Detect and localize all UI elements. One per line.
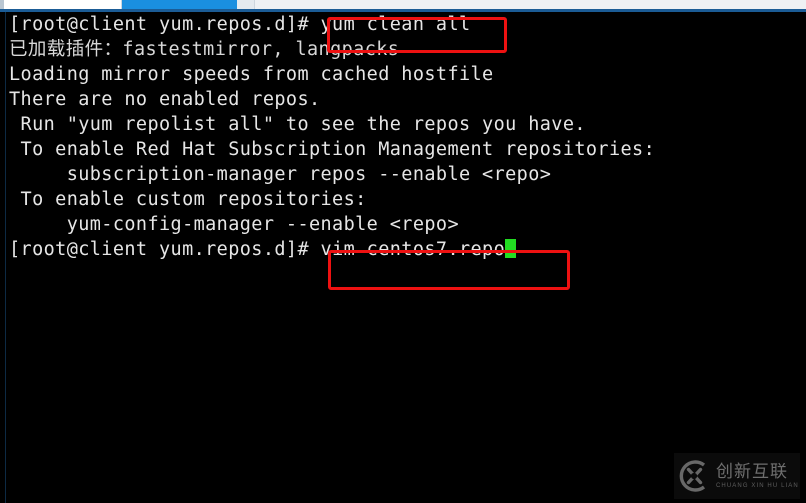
browser-tab-1[interactable] bbox=[4, 0, 122, 9]
terminal-line-loaded-plugins: 已加载插件：fastestmirror, langpacks bbox=[9, 39, 400, 60]
watermark-logo: 创新互联 CHUANG XIN HU LIAN bbox=[674, 453, 800, 499]
cx-circle-logo-icon bbox=[674, 456, 714, 496]
terminal-line-yum-config-manager: yum-config-manager --enable <repo> bbox=[9, 214, 459, 235]
terminal-line-enable-rhsm: To enable Red Hat Subscription Managemen… bbox=[9, 139, 656, 160]
terminal-line-enable-custom: To enable custom repositories: bbox=[9, 189, 367, 210]
window-tab-bar bbox=[0, 0, 806, 9]
terminal-line-no-enabled-repos: There are no enabled repos. bbox=[9, 89, 321, 110]
terminal-line-final-prompt: [root@client yum.repos.d]# vim centos7.r… bbox=[9, 237, 799, 262]
text-cursor bbox=[505, 239, 517, 258]
screenshot-root: [root@client yum.repos.d]# yum clean all… bbox=[0, 0, 806, 503]
tab-bar-empty-space bbox=[255, 0, 806, 9]
terminal-line-command-yum-clean: [root@client yum.repos.d]# yum clean all bbox=[9, 14, 471, 35]
new-tab-button[interactable] bbox=[237, 0, 255, 9]
terminal-window[interactable]: [root@client yum.repos.d]# yum clean all… bbox=[0, 12, 806, 503]
terminal-left-edge bbox=[0, 12, 6, 503]
terminal-output: [root@client yum.repos.d]# yum clean all… bbox=[9, 12, 799, 262]
watermark-pinyin: CHUANG XIN HU LIAN bbox=[716, 482, 799, 489]
terminal-line-subscription-manager: subscription-manager repos --enable <rep… bbox=[9, 164, 552, 185]
terminal-line-run-repolist: Run "yum repolist all" to see the repos … bbox=[9, 114, 586, 135]
watermark-text-block: 创新互联 CHUANG XIN HU LIAN bbox=[716, 461, 799, 490]
shell-prompt: [root@client yum.repos.d]# bbox=[9, 239, 321, 260]
watermark-chinese-name: 创新互联 bbox=[716, 461, 788, 482]
terminal-line-loading-mirror-speeds: Loading mirror speeds from cached hostfi… bbox=[9, 64, 494, 85]
browser-tab-2-active[interactable] bbox=[122, 0, 237, 9]
command-input-vim[interactable]: vim centos7.repo bbox=[321, 239, 506, 260]
cx-circle-logo-svg bbox=[679, 460, 706, 492]
